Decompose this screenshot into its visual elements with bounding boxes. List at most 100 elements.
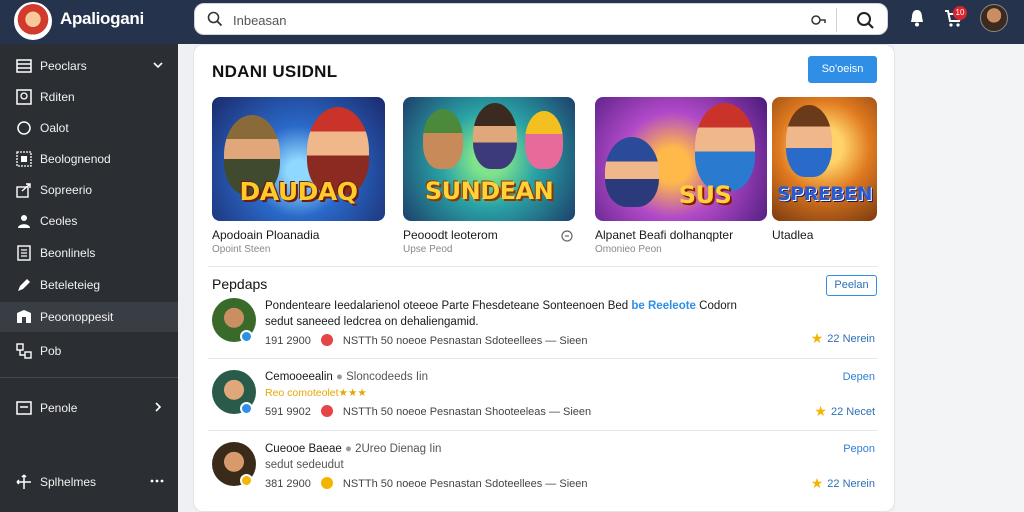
review-text-main: Pondenteare Ieedalarienol oteeoe Parte F… (265, 300, 629, 312)
game-logo-text: SUS (678, 181, 732, 209)
bell-icon[interactable] (907, 8, 927, 28)
share-icon (16, 183, 31, 198)
game-logo-text: DAUDAQ (239, 177, 358, 206)
game-title: Alpanet Beafi dolhanqpter (595, 228, 734, 242)
search-divider (836, 8, 837, 32)
review-extra: Sloncodeeds Iin (346, 371, 428, 383)
game-logo-text: SPREBEN (776, 183, 873, 205)
search-input[interactable] (233, 10, 793, 30)
review-rating[interactable]: ★ 22 Nerein (811, 475, 875, 492)
rating-text: 22 Necet (830, 406, 875, 418)
reaction-icon[interactable] (320, 405, 333, 417)
reviewer-name[interactable]: Cueooe Baeae (265, 443, 342, 455)
info-icon[interactable] (561, 230, 573, 242)
review-text-tail: Codorn (699, 300, 737, 312)
user-avatar[interactable] (980, 4, 1008, 32)
verified-badge (240, 402, 253, 415)
game-thumbnail[interactable]: SUNDEAN (403, 97, 575, 221)
review-divider (208, 430, 878, 431)
sidebar-item-beonlinels[interactable]: Beonlinels (0, 238, 178, 268)
sidebar-item-label: Ceoles (40, 214, 78, 228)
section-action-button[interactable]: Peelan (826, 275, 877, 296)
sidebar-item-pob[interactable]: Pob (0, 336, 178, 366)
sidebar: Peoclars Rditen Oalot Beolognenod Sopree… (0, 44, 178, 512)
review-rating[interactable]: ★ 22 Nerein (811, 330, 875, 347)
sidebar-item-sopreerio[interactable]: Sopreerio (0, 175, 178, 205)
game-title: Utadlea (772, 228, 814, 242)
review-item: Cemooeealin ● Sloncodeeds Iin Reo comote… (208, 370, 880, 434)
search-bar (194, 3, 888, 35)
sidebar-item-label: Beteleteieg (40, 278, 101, 292)
game-title: Peooodt leoterom (403, 228, 498, 242)
sidebar-item-splhelmes[interactable]: Splhelmes (0, 467, 178, 497)
review-text-line2: sedut saneeed ledcrea on dehaliengamid. (265, 316, 479, 328)
image-icon (16, 89, 32, 105)
chevron-down-icon[interactable] (152, 59, 164, 71)
game-thumbnail[interactable]: SPREBEN (772, 97, 877, 221)
review-meta: 381 2900 NSTTh 50 noeoe Pesnastan Sdoteel… (265, 477, 588, 490)
game-logo-text: SUNDEAN (424, 177, 554, 205)
review-count: 381 2900 (265, 478, 311, 490)
sidebar-item-label: Beonlinels (40, 246, 96, 260)
chevron-right-icon[interactable] (152, 401, 164, 413)
sidebar-item-label: Sopreerio (40, 183, 93, 197)
search-button-icon[interactable] (855, 10, 875, 30)
review-meta-text: NSTTh 50 noeoe Pesnastan Sdoteellees — S… (342, 335, 588, 347)
app-title: Apaliogani (60, 9, 144, 28)
section-title: Pepdaps (212, 276, 268, 292)
folder-icon (17, 310, 31, 323)
review-text-line2: sedut sedeudut (265, 459, 344, 471)
game-thumbnail[interactable]: SUS (595, 97, 767, 221)
review-rating[interactable]: ★ 22 Necet (814, 403, 875, 420)
more-icon[interactable] (150, 475, 164, 487)
sidebar-item-peoclars[interactable]: Peoclars (0, 51, 178, 81)
sidebar-item-peoonoppesit[interactable]: Peoonoppesit (0, 302, 178, 332)
sidebar-item-label: Pob (40, 344, 62, 358)
rating-text: 22 Nerein (827, 333, 875, 345)
primary-action-button[interactable]: So'oeisn (808, 56, 877, 83)
sidebar-item-label: Peoonoppesit (40, 310, 114, 324)
sidebar-item-beteleteieg[interactable]: Beteleteieg (0, 270, 178, 300)
pen-icon (18, 279, 30, 291)
sidebar-item-label: Splhelmes (40, 475, 97, 489)
review-link[interactable]: Depen (843, 371, 875, 383)
rating-text: 22 Nerein (827, 478, 875, 490)
sidebar-item-rditen[interactable]: Rditen (0, 82, 178, 112)
sidebar-item-label: Peoclars (40, 59, 87, 73)
review-meta-text: NSTTh 50 noeoe Pesnastan Shooteeleas — S… (342, 406, 592, 418)
star-icon: ★ (810, 475, 824, 491)
arrows-icon (16, 474, 31, 489)
verified-badge (240, 474, 253, 487)
review-link[interactable]: Pepon (843, 443, 875, 455)
game-thumbnail[interactable]: DAUDAQ (212, 97, 385, 221)
review-meta: 191 2900 NSTTh 50 noeoe Pesnastan Sdoteel… (265, 334, 588, 347)
list-icon (16, 59, 32, 73)
dot-separator: ● (344, 443, 356, 455)
app-logo[interactable] (14, 2, 52, 40)
sidebar-item-ceoles[interactable]: Ceoles (0, 206, 178, 236)
notification-badge: 10 (953, 6, 967, 20)
dot-separator: ● (335, 371, 347, 383)
star-icon: ★ (814, 403, 827, 419)
right-background (895, 44, 1024, 512)
verified-badge (240, 330, 253, 343)
sidebar-item-label: Penole (40, 401, 78, 415)
review-item: Pondenteare Ieedalarienol oteeoe Parte F… (208, 298, 880, 362)
review-meta-text: NSTTh 50 noeoe Pesnastan Sdoteellees — S… (342, 478, 588, 490)
reviewer-name[interactable]: Cemooeealin (265, 371, 333, 383)
sidebar-item-label: Oalot (40, 121, 69, 135)
sidebar-item-beolognenod[interactable]: Beolognenod (0, 144, 178, 174)
reaction-icon[interactable] (320, 334, 333, 346)
review-count: 591 9902 (265, 406, 311, 418)
sidebar-item-label: Rditen (40, 90, 75, 104)
review-text: Pondenteare Ieedalarienol oteeoe Parte F… (265, 300, 737, 312)
emoji-icon[interactable] (320, 477, 333, 489)
key-icon[interactable] (809, 11, 827, 29)
game-subtitle: Upse Peod (403, 244, 453, 255)
circle-icon (17, 121, 31, 135)
page-icon (16, 401, 32, 415)
sidebar-item-oalot[interactable]: Oalot (0, 113, 178, 143)
sidebar-item-penole[interactable]: Penole (0, 393, 178, 423)
review-text-highlight[interactable]: be Reeleote (631, 300, 696, 312)
review-text-line2: Reo comoteolet★★★ (265, 387, 367, 399)
